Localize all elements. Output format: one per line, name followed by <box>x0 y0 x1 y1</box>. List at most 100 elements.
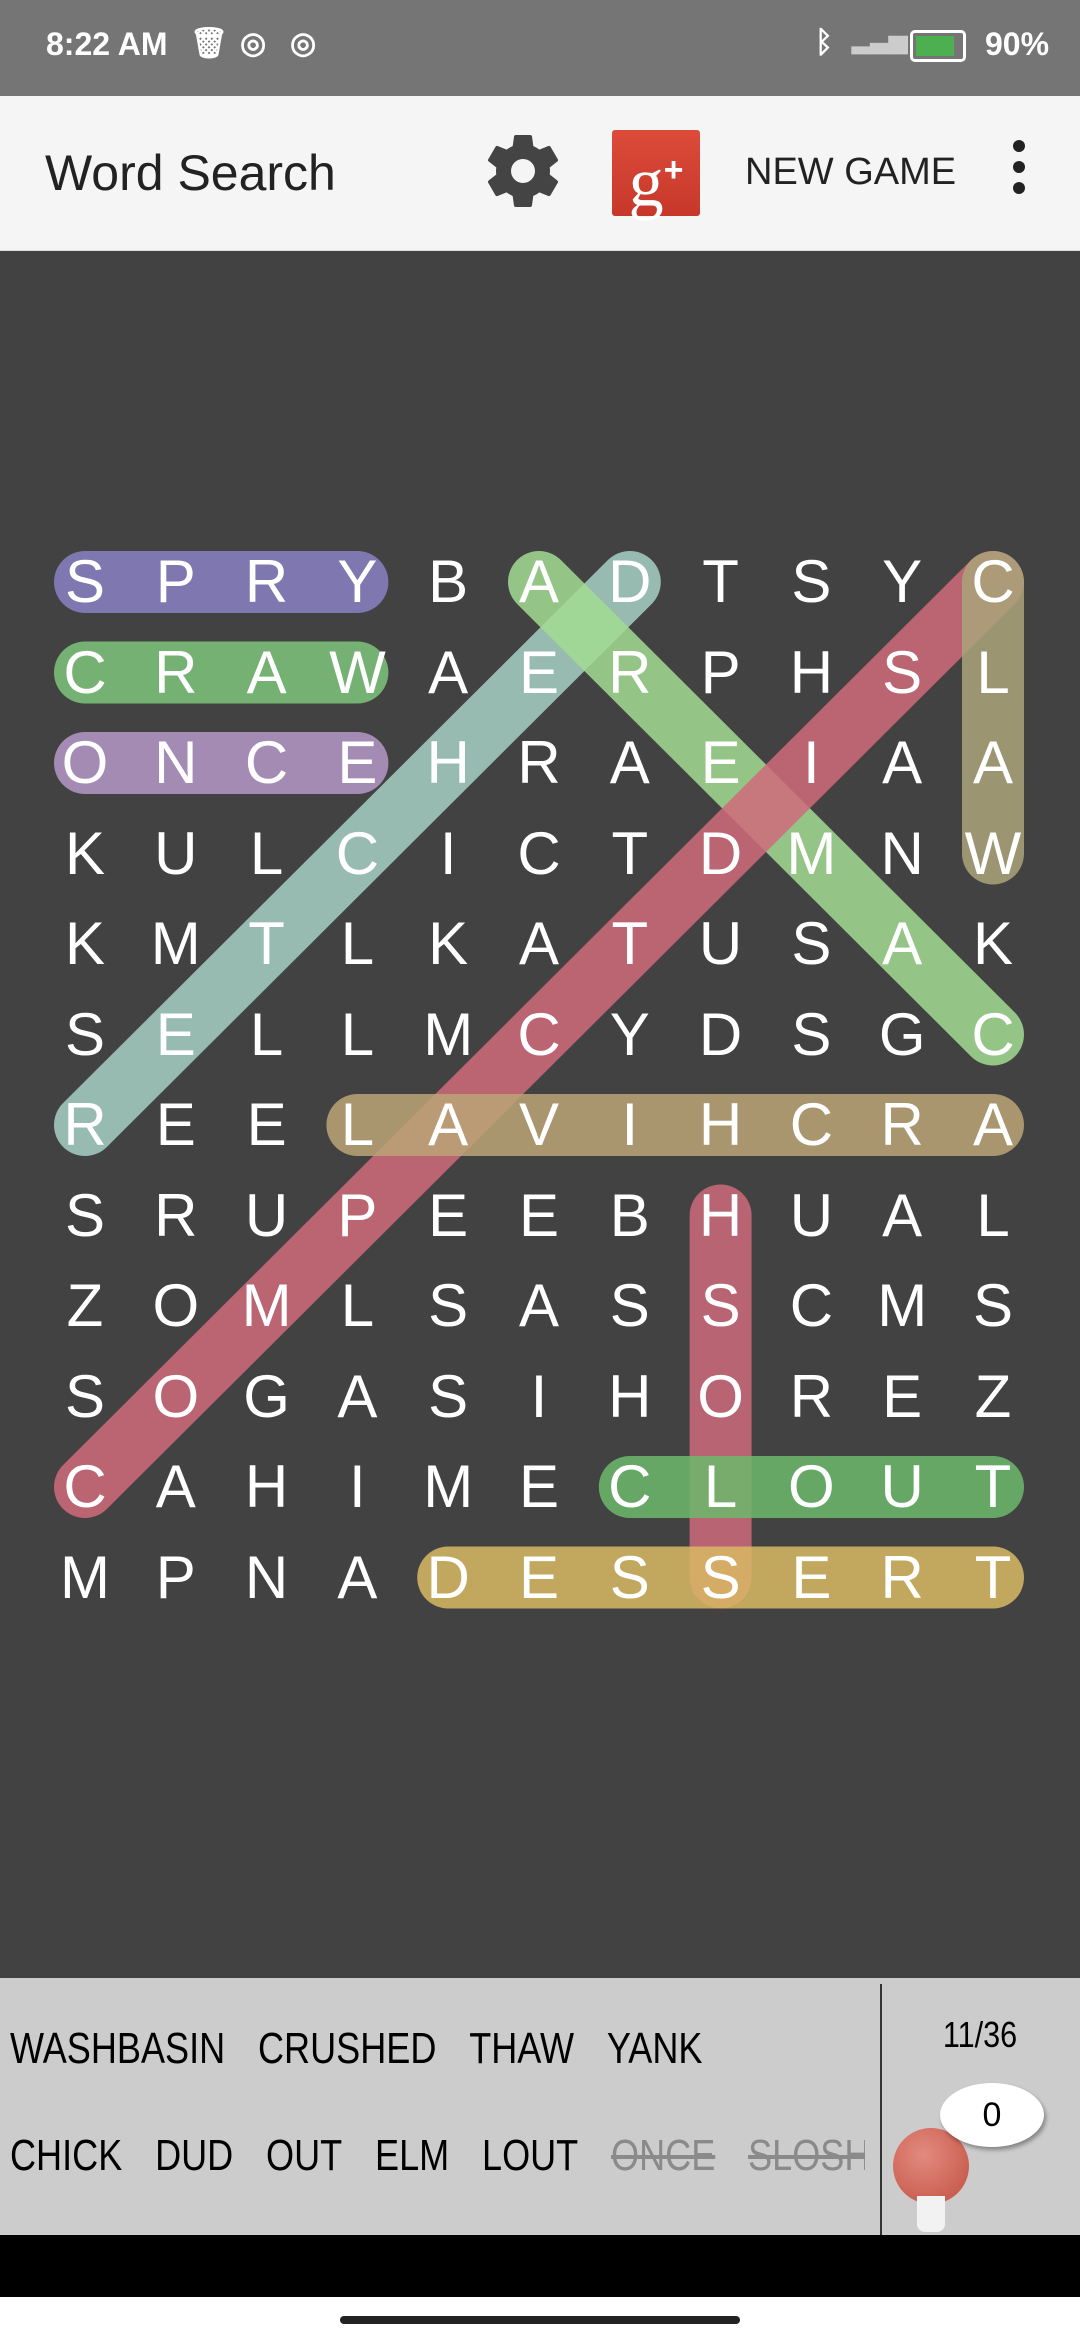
grid-letter[interactable]: I <box>590 1085 670 1165</box>
grid-letter[interactable]: O <box>136 1357 216 1437</box>
grid-letter[interactable]: S <box>590 1266 670 1346</box>
grid-letter[interactable]: P <box>681 633 761 713</box>
grid-letter[interactable]: E <box>499 633 579 713</box>
grid-letter[interactable]: L <box>681 1447 761 1527</box>
grid-letter[interactable]: A <box>953 723 1033 803</box>
grid-letter[interactable]: S <box>681 1538 761 1618</box>
grid-letter[interactable]: E <box>136 995 216 1075</box>
grid-letter[interactable]: R <box>45 1085 125 1165</box>
grid-letter[interactable]: E <box>771 1538 851 1618</box>
grid-letter[interactable]: T <box>953 1447 1033 1527</box>
grid-letter[interactable]: G <box>227 1357 307 1437</box>
grid-letter[interactable]: M <box>862 1266 942 1346</box>
grid-letter[interactable]: A <box>499 904 579 984</box>
grid-letter[interactable]: T <box>953 1538 1033 1618</box>
grid-letter[interactable]: A <box>227 633 307 713</box>
grid-letter[interactable]: I <box>408 814 488 894</box>
grid-letter[interactable]: R <box>590 633 670 713</box>
grid-letter[interactable]: Y <box>590 995 670 1075</box>
grid-letter[interactable]: D <box>408 1538 488 1618</box>
word-list[interactable]: WASHBASIN CRUSHED THAW YANK CHICK DUD OUT ELM L… <box>0 1978 865 2235</box>
grid-letter[interactable]: Y <box>317 542 397 622</box>
grid-letter[interactable]: B <box>590 1176 670 1256</box>
grid-letter[interactable]: S <box>408 1357 488 1437</box>
grid-letter[interactable]: N <box>862 814 942 894</box>
grid-letter[interactable]: R <box>499 723 579 803</box>
grid-letter[interactable]: S <box>45 1176 125 1256</box>
grid-letter[interactable]: T <box>681 542 761 622</box>
grid-letter[interactable]: Z <box>953 1357 1033 1437</box>
grid-letter[interactable]: G <box>862 995 942 1075</box>
grid-letter[interactable]: R <box>862 1538 942 1618</box>
grid-letter[interactable]: A <box>136 1447 216 1527</box>
grid-letter[interactable]: I <box>499 1357 579 1437</box>
grid-letter[interactable]: H <box>681 1176 761 1256</box>
grid-letter[interactable]: E <box>499 1176 579 1256</box>
grid-letter[interactable]: T <box>227 904 307 984</box>
grid-letter[interactable]: L <box>317 1266 397 1346</box>
grid-letter[interactable]: S <box>45 1357 125 1437</box>
grid-letter[interactable]: S <box>45 542 125 622</box>
grid-letter[interactable]: C <box>317 814 397 894</box>
grid-letter[interactable]: A <box>499 1266 579 1346</box>
grid-letter[interactable]: R <box>771 1357 851 1437</box>
grid-letter[interactable]: E <box>227 1085 307 1165</box>
grid-letter[interactable]: V <box>499 1085 579 1165</box>
grid-letter[interactable]: E <box>499 1538 579 1618</box>
grid-letter[interactable]: U <box>136 814 216 894</box>
grid-letter[interactable]: L <box>953 1176 1033 1256</box>
grid-letter[interactable]: K <box>953 904 1033 984</box>
grid-letter[interactable]: E <box>499 1447 579 1527</box>
grid-letter[interactable]: A <box>408 633 488 713</box>
grid-letter[interactable]: R <box>136 633 216 713</box>
grid-letter[interactable]: H <box>681 1085 761 1165</box>
grid-letter[interactable]: D <box>681 814 761 894</box>
grid-letter[interactable]: S <box>771 542 851 622</box>
grid-letter[interactable]: C <box>953 995 1033 1075</box>
grid-letter[interactable]: K <box>45 814 125 894</box>
home-handle[interactable] <box>340 2316 740 2324</box>
grid-letter[interactable]: D <box>681 995 761 1075</box>
gear-icon[interactable] <box>478 126 568 216</box>
grid-letter[interactable]: M <box>136 904 216 984</box>
grid-letter[interactable]: S <box>408 1266 488 1346</box>
grid-letter[interactable]: Z <box>45 1266 125 1346</box>
grid-letter[interactable]: L <box>317 904 397 984</box>
grid-letter[interactable]: L <box>227 995 307 1075</box>
grid-letter[interactable]: S <box>590 1538 670 1618</box>
grid-letter[interactable]: S <box>771 904 851 984</box>
grid-letter[interactable]: R <box>136 1176 216 1256</box>
grid-letter[interactable]: A <box>408 1085 488 1165</box>
grid-letter[interactable]: T <box>590 814 670 894</box>
grid-letter[interactable]: W <box>317 633 397 713</box>
grid-letter[interactable]: H <box>227 1447 307 1527</box>
grid-letter[interactable]: A <box>317 1538 397 1618</box>
grid-letter[interactable]: E <box>681 723 761 803</box>
grid-letter[interactable]: A <box>862 723 942 803</box>
grid-letter[interactable]: C <box>499 814 579 894</box>
grid-letter[interactable]: L <box>317 1085 397 1165</box>
grid-letter[interactable]: A <box>862 904 942 984</box>
grid-letter[interactable]: U <box>227 1176 307 1256</box>
grid-letter[interactable]: P <box>136 542 216 622</box>
grid-letter[interactable]: I <box>317 1447 397 1527</box>
grid-letter[interactable]: S <box>45 995 125 1075</box>
grid-letter[interactable]: C <box>590 1447 670 1527</box>
grid-letter[interactable]: K <box>45 904 125 984</box>
grid-letter[interactable]: H <box>590 1357 670 1437</box>
google-plus-icon[interactable]: g+ <box>612 130 700 221</box>
grid-letter[interactable]: C <box>953 542 1033 622</box>
grid-letter[interactable]: T <box>590 904 670 984</box>
grid-letter[interactable]: Y <box>862 542 942 622</box>
grid-letter[interactable]: A <box>590 723 670 803</box>
grid-letter[interactable]: K <box>408 904 488 984</box>
grid-letter[interactable]: C <box>227 723 307 803</box>
grid-letter[interactable]: H <box>408 723 488 803</box>
more-vert-icon[interactable] <box>1004 140 1034 202</box>
grid-letter[interactable]: S <box>953 1266 1033 1346</box>
grid-letter[interactable]: I <box>771 723 851 803</box>
grid-letter[interactable]: U <box>681 904 761 984</box>
grid-letter[interactable]: R <box>227 542 307 622</box>
grid-letter[interactable]: A <box>953 1085 1033 1165</box>
grid-letter[interactable]: O <box>681 1357 761 1437</box>
